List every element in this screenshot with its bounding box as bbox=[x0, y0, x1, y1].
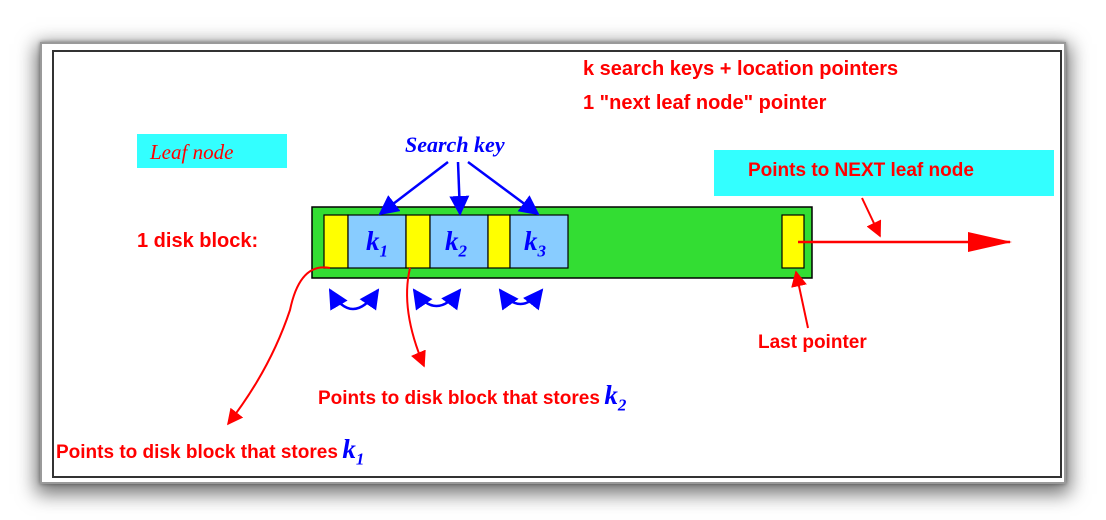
key-k3: k3 bbox=[524, 226, 546, 261]
pointer-note-k2-subscript: 2 bbox=[617, 395, 627, 415]
pointer-slot-1 bbox=[323, 214, 349, 269]
pointer-slot-3 bbox=[487, 214, 511, 269]
key-k3-subscript: 3 bbox=[537, 241, 547, 261]
pointer-note-k1: Points to disk block that stores k1 bbox=[56, 434, 364, 469]
key-k1-subscript: 1 bbox=[379, 241, 389, 261]
pointer-note-k2-key: k2 bbox=[604, 380, 626, 414]
key-k2: k2 bbox=[445, 226, 467, 261]
last-pointer-label: Last pointer bbox=[758, 332, 867, 353]
pointer-note-k2: Points to disk block that stores k2 bbox=[318, 380, 626, 415]
key-k1: k1 bbox=[366, 226, 388, 261]
key-k2-subscript: 2 bbox=[458, 241, 468, 261]
pointer-note-k2-text: Points to disk block that stores bbox=[318, 388, 600, 409]
pointer-note-k1-subscript: 1 bbox=[355, 449, 365, 469]
pointer-note-k1-key: k1 bbox=[342, 434, 364, 468]
pointer-note-k1-text: Points to disk block that stores bbox=[56, 442, 338, 463]
key-k1-letter: k bbox=[366, 226, 380, 256]
pointer-slot-2 bbox=[405, 214, 431, 269]
key-k2-letter: k bbox=[445, 226, 459, 256]
pointer-note-k2-letter: k bbox=[604, 380, 618, 410]
key-k3-letter: k bbox=[524, 226, 538, 256]
pointer-note-k1-letter: k bbox=[342, 434, 356, 464]
